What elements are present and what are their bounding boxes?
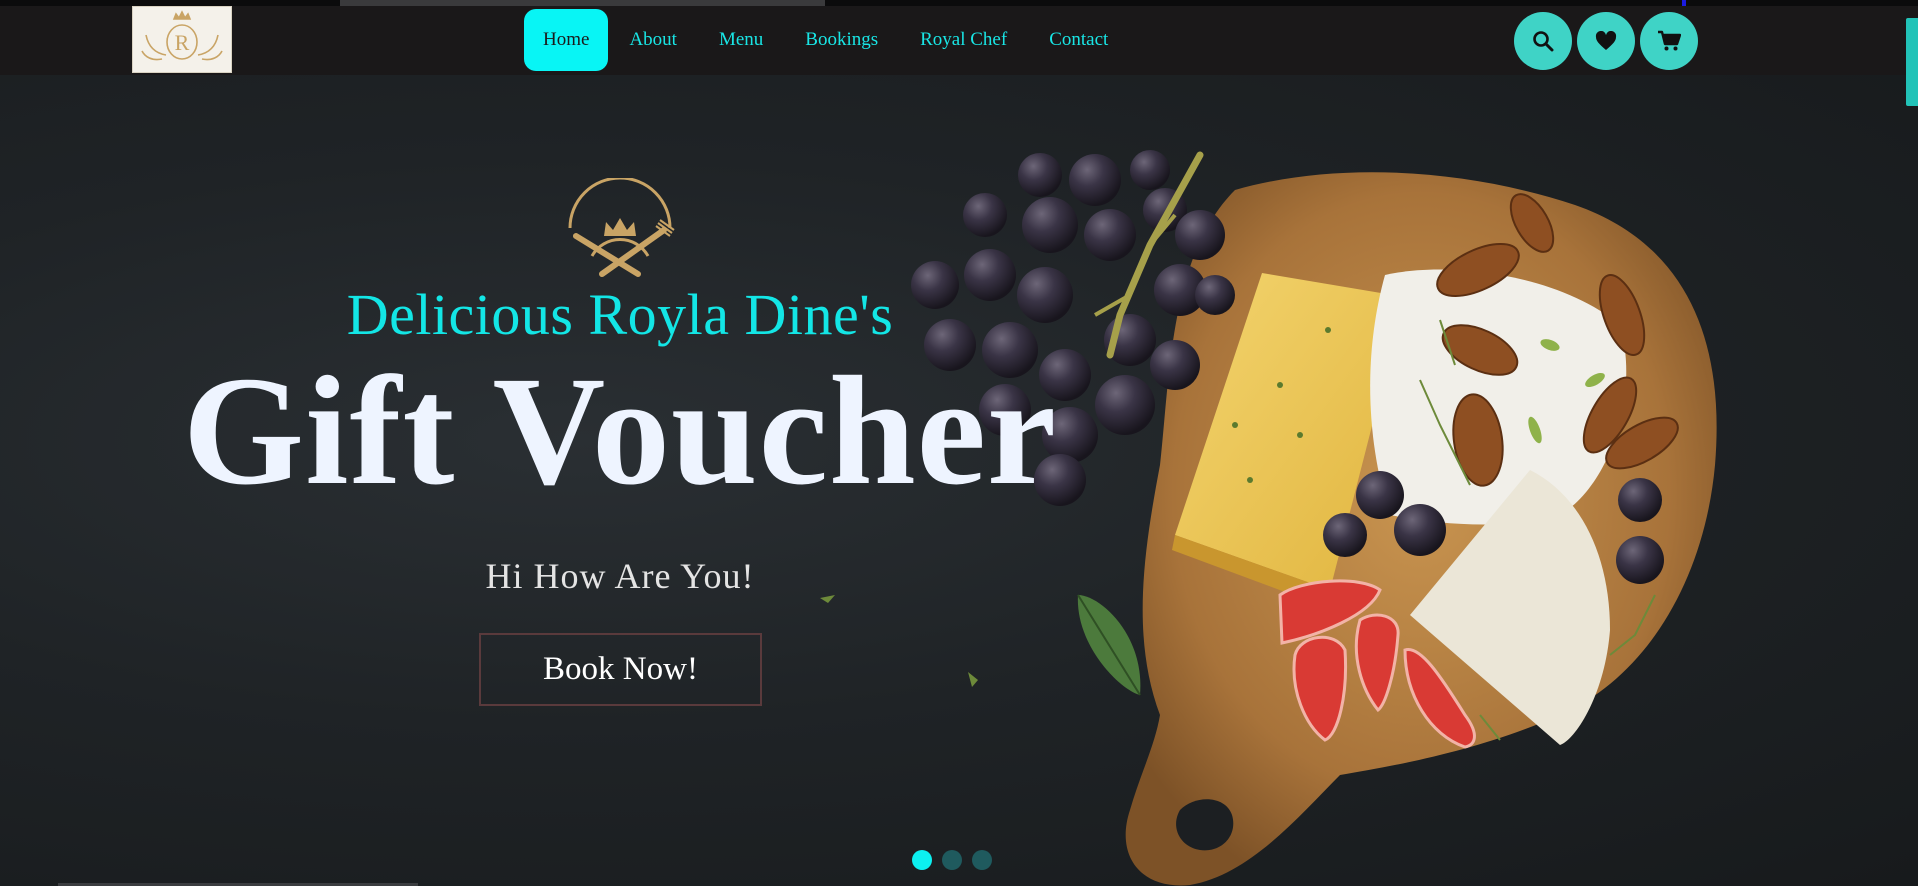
main-nav: Home About Menu Bookings Royal Chef Cont… <box>524 9 1129 71</box>
slider-dot-2[interactable] <box>942 850 962 870</box>
nav-royal-chef[interactable]: Royal Chef <box>899 9 1028 71</box>
crown-cutlery-emblem <box>568 178 675 277</box>
site-header: R Home About Menu Bookings Royal Chef Co… <box>0 6 1918 75</box>
nav-home[interactable]: Home <box>524 9 609 71</box>
royal-crest-icon: R <box>141 9 223 60</box>
hero-tagline: Hi How Are You! <box>485 556 755 596</box>
hero-title: Gift Voucher <box>182 344 1058 517</box>
top-progress-strip <box>0 0 1918 6</box>
heart-icon <box>1595 31 1617 50</box>
nav-contact[interactable]: Contact <box>1028 9 1129 71</box>
logo-letter: R <box>175 30 190 55</box>
hero-slider: Delicious Royla Dine's Gift Voucher Hi H… <box>0 75 1918 886</box>
wishlist-button[interactable] <box>1577 12 1635 70</box>
cart-icon <box>1658 30 1681 51</box>
search-button[interactable] <box>1514 12 1572 70</box>
hero-subtitle: Delicious Royla Dine's <box>346 282 894 347</box>
book-now-button[interactable]: Book Now! <box>479 633 762 706</box>
slider-dots <box>912 850 992 870</box>
search-icon <box>1533 31 1554 52</box>
nav-bookings[interactable]: Bookings <box>784 9 899 71</box>
progress-marker <box>1682 0 1686 6</box>
progress-segment <box>340 0 825 6</box>
cart-button[interactable] <box>1640 12 1698 70</box>
brand-logo[interactable]: R <box>132 6 232 73</box>
slider-dot-3[interactable] <box>972 850 992 870</box>
nav-about[interactable]: About <box>608 9 698 71</box>
scrollbar-thumb[interactable] <box>1906 18 1918 106</box>
slider-dot-1[interactable] <box>912 850 932 870</box>
nav-menu[interactable]: Menu <box>698 9 784 71</box>
